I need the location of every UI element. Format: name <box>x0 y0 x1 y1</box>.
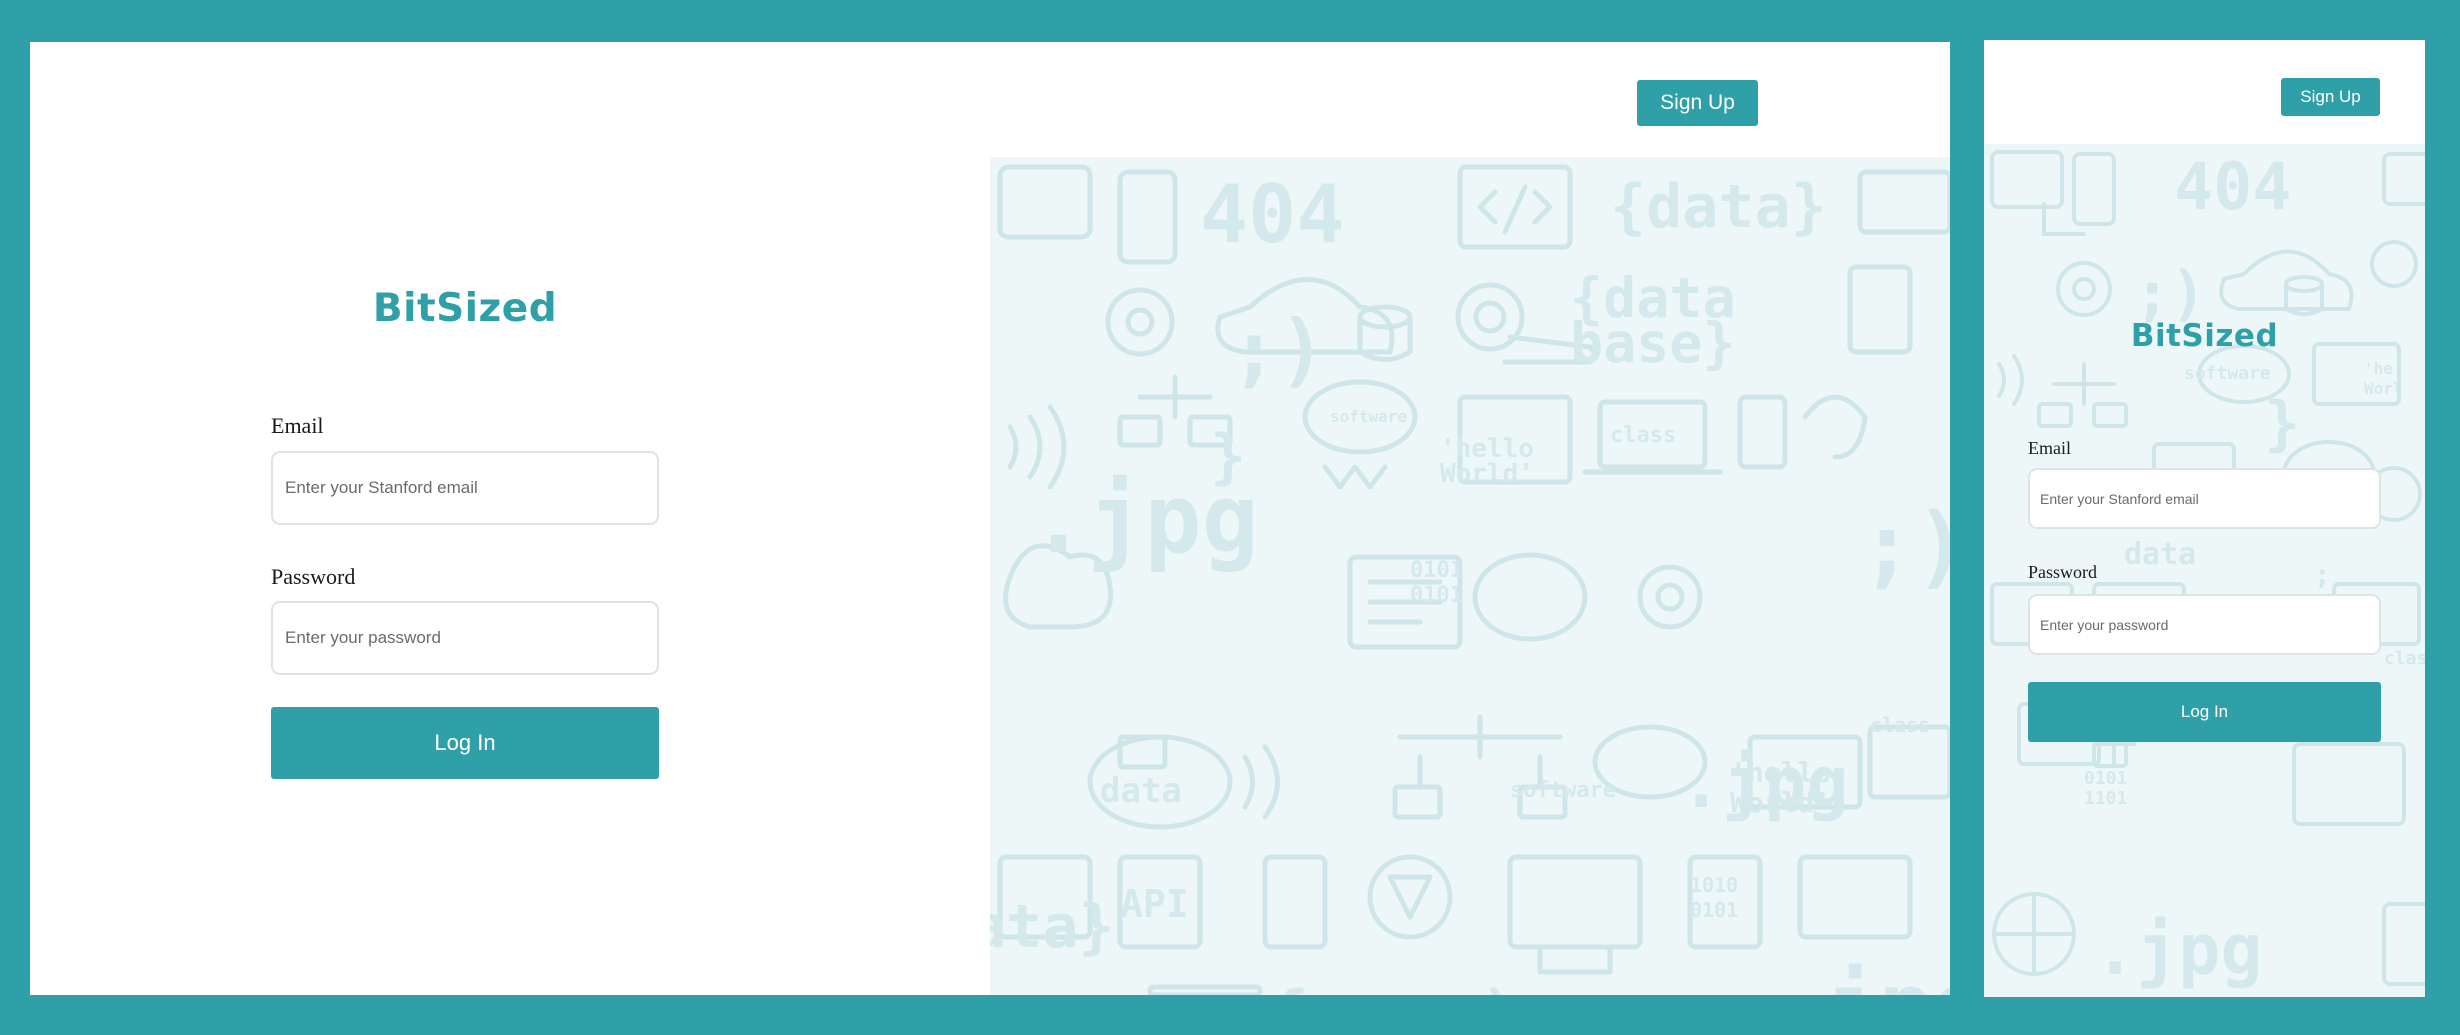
brand-logo: BitSized <box>372 286 558 331</box>
svg-text:Worl: Worl <box>2364 379 2403 398</box>
desktop-view: 404 {data} { data base} .jpg 'hello World… <box>30 42 1950 995</box>
password-field[interactable] <box>271 601 659 675</box>
svg-text:World': World' <box>1440 459 1534 489</box>
password-field-mobile[interactable] <box>2028 594 2381 655</box>
svg-text:ata}: ata} <box>990 892 1115 962</box>
svg-text:404: 404 <box>1200 168 1345 261</box>
signup-button[interactable]: Sign Up <box>1637 80 1758 126</box>
svg-text:0101: 0101 <box>1410 558 1463 583</box>
doodle-background-pattern: 404 {data} { data base} .jpg 'hello World… <box>990 157 1950 995</box>
svg-text:{: { <box>1270 978 1309 995</box>
email-field-mobile[interactable] <box>2028 468 2381 529</box>
email-label-mobile: Email <box>2028 438 2071 458</box>
svg-text:software: software <box>1510 778 1616 803</box>
login-button-mobile[interactable]: Log In <box>2028 682 2381 742</box>
svg-text:class: class <box>1610 423 1676 448</box>
svg-text:'he: 'he <box>2364 359 2393 378</box>
svg-text:data: data <box>1100 771 1182 811</box>
svg-text:base}: base} <box>1570 311 1736 375</box>
svg-text:0101: 0101 <box>2084 768 2127 789</box>
svg-text:1010: 1010 <box>1690 873 1738 897</box>
svg-text:.jpg: .jpg <box>2094 909 2263 991</box>
svg-text:0101: 0101 <box>1690 898 1738 922</box>
svg-text:0101: 0101 <box>1410 583 1463 608</box>
svg-text:.jpg: .jpg <box>1770 954 1950 995</box>
email-label: Email <box>271 413 324 438</box>
email-field[interactable] <box>271 451 659 525</box>
pattern-svg: 404 {data} { data base} .jpg 'hello World… <box>990 164 1950 995</box>
svg-text:API: API <box>1120 882 1189 926</box>
svg-text:software: software <box>2184 363 2271 384</box>
brand-logo-mobile: BitSized <box>2130 318 2279 354</box>
svg-text:'hello: 'hello <box>1730 756 1831 789</box>
login-button[interactable]: Log In <box>271 707 659 779</box>
svg-text:software: software <box>1330 407 1407 426</box>
svg-text:}: } <box>2264 389 2300 459</box>
svg-text:404: 404 <box>2174 150 2291 225</box>
svg-text:;: ; <box>2314 558 2331 591</box>
svg-text:{data}: {data} <box>1610 172 1827 242</box>
password-label: Password <box>271 564 356 589</box>
svg-text:;): ;) <box>1230 303 1326 396</box>
svg-text:}: } <box>1210 422 1246 492</box>
svg-text::): :) <box>1440 978 1518 995</box>
svg-text:;): ;) <box>1860 494 1950 599</box>
svg-text:data: data <box>2124 537 2196 572</box>
signup-button-mobile[interactable]: Sign Up <box>2281 78 2380 116</box>
svg-text:1101: 1101 <box>2084 788 2127 809</box>
svg-text:class: class <box>1870 713 1930 737</box>
svg-text:World': World' <box>1730 786 1831 819</box>
svg-text:class: class <box>2384 648 2425 669</box>
password-label-mobile: Password <box>2028 562 2098 582</box>
mobile-view: 404 software 'he Worl data ; } ;) 0101 1… <box>1984 40 2425 997</box>
